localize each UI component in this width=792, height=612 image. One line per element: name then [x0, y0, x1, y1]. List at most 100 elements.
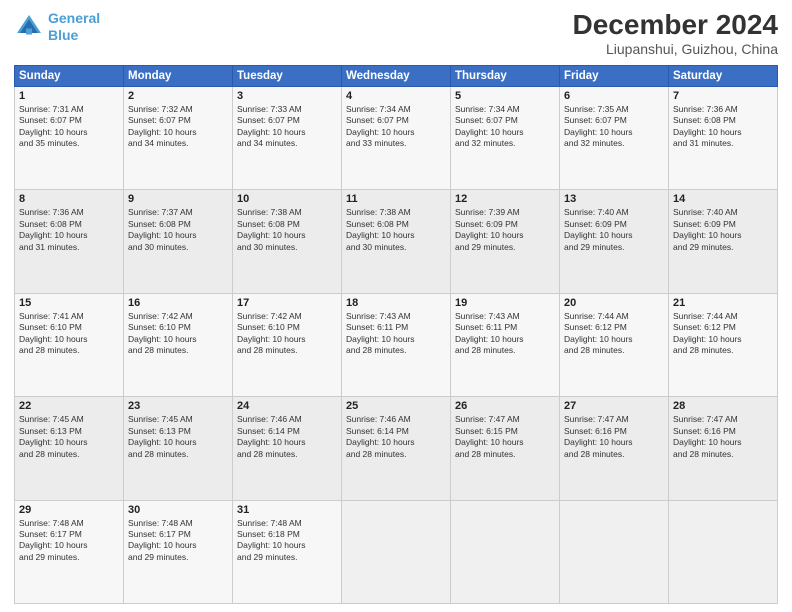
weekday-header-friday: Friday [560, 65, 669, 86]
day-number: 28 [673, 400, 773, 412]
cell-info: Sunrise: 7:34 AMSunset: 6:07 PMDaylight:… [346, 104, 446, 150]
day-number: 21 [673, 297, 773, 309]
main-title: December 2024 [573, 10, 778, 41]
cell-info: Sunrise: 7:36 AMSunset: 6:08 PMDaylight:… [673, 104, 773, 150]
calendar-cell [669, 500, 778, 603]
cell-info: Sunrise: 7:42 AMSunset: 6:10 PMDaylight:… [128, 311, 228, 357]
calendar-cell [342, 500, 451, 603]
week-row-2: 8 Sunrise: 7:36 AMSunset: 6:08 PMDaylight… [15, 190, 778, 293]
day-number: 31 [237, 504, 337, 516]
calendar-cell: 27 Sunrise: 7:47 AMSunset: 6:16 PMDayligh… [560, 397, 669, 500]
calendar-cell: 2Sunrise: 7:32 AMSunset: 6:07 PMDaylight… [124, 86, 233, 189]
day-number: 20 [564, 297, 664, 309]
calendar-cell: 7Sunrise: 7:36 AMSunset: 6:08 PMDaylight… [669, 86, 778, 189]
cell-info: Sunrise: 7:43 AMSunset: 6:11 PMDaylight:… [346, 311, 446, 357]
cell-info: Sunrise: 7:45 AMSunset: 6:13 PMDaylight:… [128, 414, 228, 460]
calendar-cell: 12 Sunrise: 7:39 AMSunset: 6:09 PMDayligh… [451, 190, 560, 293]
calendar-cell: 22 Sunrise: 7:45 AMSunset: 6:13 PMDayligh… [15, 397, 124, 500]
calendar-cell: 13 Sunrise: 7:40 AMSunset: 6:09 PMDayligh… [560, 190, 669, 293]
cell-info: Sunrise: 7:47 AMSunset: 6:16 PMDaylight:… [673, 414, 773, 460]
cell-info: Sunrise: 7:46 AMSunset: 6:14 PMDaylight:… [237, 414, 337, 460]
calendar-cell: 6 Sunrise: 7:35 AMSunset: 6:07 PMDaylight… [560, 86, 669, 189]
cell-info: Sunrise: 7:44 AMSunset: 6:12 PMDaylight:… [673, 311, 773, 357]
cell-info: Sunrise: 7:40 AMSunset: 6:09 PMDaylight:… [564, 207, 664, 253]
day-number: 4 [346, 90, 446, 102]
week-row-5: 29 Sunrise: 7:48 AMSunset: 6:17 PMDayligh… [15, 500, 778, 603]
calendar-cell: 20 Sunrise: 7:44 AMSunset: 6:12 PMDayligh… [560, 293, 669, 396]
day-number: 13 [564, 193, 664, 205]
calendar-cell: 21 Sunrise: 7:44 AMSunset: 6:12 PMDayligh… [669, 293, 778, 396]
cell-info: Sunrise: 7:33 AMSunset: 6:07 PMDaylight:… [237, 104, 337, 150]
cell-info: Sunrise: 7:37 AMSunset: 6:08 PMDaylight:… [128, 207, 228, 253]
weekday-header-saturday: Saturday [669, 65, 778, 86]
cell-info: Sunrise: 7:45 AMSunset: 6:13 PMDaylight:… [19, 414, 119, 460]
cell-info: Sunrise: 7:48 AMSunset: 6:17 PMDaylight:… [128, 518, 228, 564]
cell-info: Sunrise: 7:40 AMSunset: 6:09 PMDaylight:… [673, 207, 773, 253]
day-number: 23 [128, 400, 228, 412]
cell-info: Sunrise: 7:31 AMSunset: 6:07 PMDaylight:… [19, 104, 119, 150]
cell-info: Sunrise: 7:35 AMSunset: 6:07 PMDaylight:… [564, 104, 664, 150]
cell-info: Sunrise: 7:41 AMSunset: 6:10 PMDaylight:… [19, 311, 119, 357]
cell-info: Sunrise: 7:46 AMSunset: 6:14 PMDaylight:… [346, 414, 446, 460]
day-number: 16 [128, 297, 228, 309]
day-number: 26 [455, 400, 555, 412]
day-number: 24 [237, 400, 337, 412]
calendar-cell: 10 Sunrise: 7:38 AMSunset: 6:08 PMDayligh… [233, 190, 342, 293]
calendar-cell: 11Sunrise: 7:38 AMSunset: 6:08 PMDayligh… [342, 190, 451, 293]
calendar-table: SundayMondayTuesdayWednesdayThursdayFrid… [14, 65, 778, 604]
day-number: 6 [564, 90, 664, 102]
day-number: 15 [19, 297, 119, 309]
week-row-3: 15 Sunrise: 7:41 AMSunset: 6:10 PMDayligh… [15, 293, 778, 396]
day-number: 25 [346, 400, 446, 412]
day-number: 14 [673, 193, 773, 205]
day-number: 17 [237, 297, 337, 309]
weekday-header-sunday: Sunday [15, 65, 124, 86]
day-number: 30 [128, 504, 228, 516]
cell-info: Sunrise: 7:38 AMSunset: 6:08 PMDaylight:… [346, 207, 446, 253]
weekday-header-tuesday: Tuesday [233, 65, 342, 86]
page: General Blue December 2024 Liupanshui, G… [0, 0, 792, 612]
calendar-cell: 24 Sunrise: 7:46 AMSunset: 6:14 PMDayligh… [233, 397, 342, 500]
weekday-header-monday: Monday [124, 65, 233, 86]
cell-info: Sunrise: 7:42 AMSunset: 6:10 PMDaylight:… [237, 311, 337, 357]
calendar-cell: 5Sunrise: 7:34 AMSunset: 6:07 PMDaylight… [451, 86, 560, 189]
day-number: 27 [564, 400, 664, 412]
calendar-cell: 17 Sunrise: 7:42 AMSunset: 6:10 PMDayligh… [233, 293, 342, 396]
header: General Blue December 2024 Liupanshui, G… [14, 10, 778, 57]
cell-info: Sunrise: 7:39 AMSunset: 6:09 PMDaylight:… [455, 207, 555, 253]
calendar-cell: 4 Sunrise: 7:34 AMSunset: 6:07 PMDaylight… [342, 86, 451, 189]
day-number: 22 [19, 400, 119, 412]
title-block: December 2024 Liupanshui, Guizhou, China [573, 10, 778, 57]
day-number: 12 [455, 193, 555, 205]
cell-info: Sunrise: 7:47 AMSunset: 6:15 PMDaylight:… [455, 414, 555, 460]
day-number: 19 [455, 297, 555, 309]
calendar-cell: 29 Sunrise: 7:48 AMSunset: 6:17 PMDayligh… [15, 500, 124, 603]
cell-info: Sunrise: 7:48 AMSunset: 6:17 PMDaylight:… [19, 518, 119, 564]
cell-info: Sunrise: 7:32 AMSunset: 6:07 PMDaylight:… [128, 104, 228, 150]
calendar-cell: 19Sunrise: 7:43 AMSunset: 6:11 PMDayligh… [451, 293, 560, 396]
logo: General Blue [14, 10, 100, 44]
calendar-cell: 23 Sunrise: 7:45 AMSunset: 6:13 PMDayligh… [124, 397, 233, 500]
day-number: 18 [346, 297, 446, 309]
day-number: 3 [237, 90, 337, 102]
calendar-cell: 25 Sunrise: 7:46 AMSunset: 6:14 PMDayligh… [342, 397, 451, 500]
day-number: 1 [19, 90, 119, 102]
calendar-cell: 8 Sunrise: 7:36 AMSunset: 6:08 PMDaylight… [15, 190, 124, 293]
weekday-header-wednesday: Wednesday [342, 65, 451, 86]
cell-info: Sunrise: 7:47 AMSunset: 6:16 PMDaylight:… [564, 414, 664, 460]
calendar-cell: 18 Sunrise: 7:43 AMSunset: 6:11 PMDayligh… [342, 293, 451, 396]
calendar-cell: 16 Sunrise: 7:42 AMSunset: 6:10 PMDayligh… [124, 293, 233, 396]
cell-info: Sunrise: 7:34 AMSunset: 6:07 PMDaylight:… [455, 104, 555, 150]
cell-info: Sunrise: 7:36 AMSunset: 6:08 PMDaylight:… [19, 207, 119, 253]
weekday-header-thursday: Thursday [451, 65, 560, 86]
cell-info: Sunrise: 7:44 AMSunset: 6:12 PMDaylight:… [564, 311, 664, 357]
logo-text: General Blue [48, 10, 100, 44]
cell-info: Sunrise: 7:38 AMSunset: 6:08 PMDaylight:… [237, 207, 337, 253]
week-row-4: 22 Sunrise: 7:45 AMSunset: 6:13 PMDayligh… [15, 397, 778, 500]
day-number: 8 [19, 193, 119, 205]
calendar-cell: 26 Sunrise: 7:47 AMSunset: 6:15 PMDayligh… [451, 397, 560, 500]
calendar-cell: 3 Sunrise: 7:33 AMSunset: 6:07 PMDaylight… [233, 86, 342, 189]
day-number: 10 [237, 193, 337, 205]
calendar-cell: 31Sunrise: 7:48 AMSunset: 6:18 PMDayligh… [233, 500, 342, 603]
day-number: 29 [19, 504, 119, 516]
